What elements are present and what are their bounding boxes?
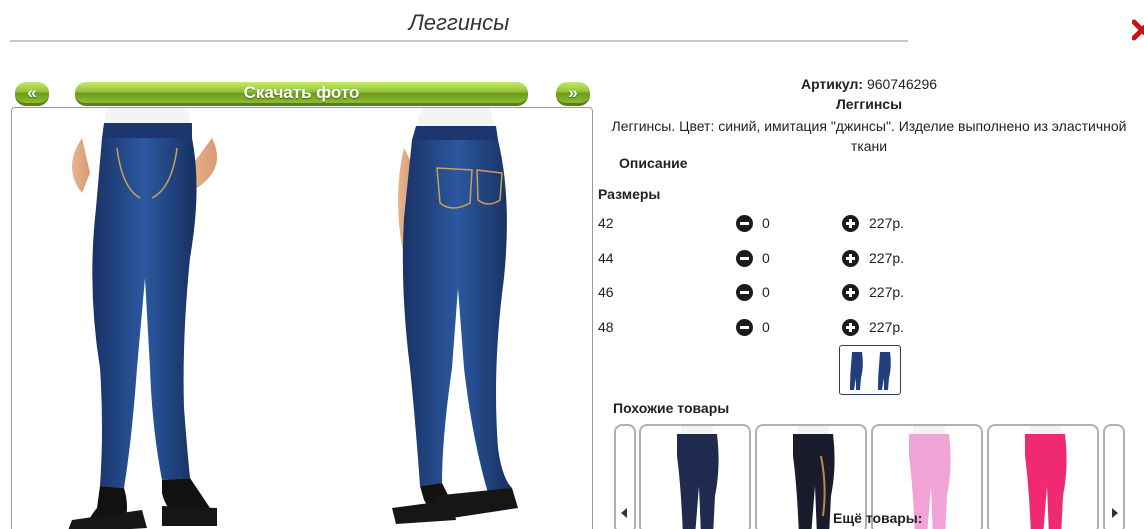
size-value: 46 <box>598 284 614 300</box>
size-row: 42 0 227р. <box>598 215 1018 235</box>
price-value: 227р. <box>869 319 905 335</box>
price-value: 227р. <box>869 284 905 300</box>
quantity-value: 0 <box>762 215 770 231</box>
page-title: Леггинсы <box>408 10 510 35</box>
product-photo[interactable] <box>11 107 593 529</box>
similar-product-image <box>1025 426 1067 529</box>
plus-circle-icon[interactable] <box>842 319 859 336</box>
size-value: 42 <box>598 215 614 231</box>
price-value: 227р. <box>869 250 905 266</box>
size-row: 44 0 227р. <box>598 250 1018 270</box>
carousel-prev-button[interactable] <box>614 424 636 529</box>
carousel-next-button[interactable] <box>1103 424 1125 529</box>
quantity-value: 0 <box>762 284 770 300</box>
download-photo-button[interactable]: Скачать фото <box>75 82 528 106</box>
plus-circle-icon[interactable] <box>842 215 859 232</box>
product-photo-image <box>68 108 518 529</box>
article-value: 960746296 <box>866 76 938 92</box>
minus-circle-icon[interactable] <box>736 215 753 232</box>
quantity-value: 0 <box>762 250 770 266</box>
size-row: 46 0 227р. <box>598 284 1018 304</box>
size-value: 48 <box>598 319 614 335</box>
title-divider <box>10 40 908 42</box>
product-description: Леггинсы. Цвет: синий, имитация "джинсы"… <box>611 118 1127 154</box>
similar-products-heading: Похожие товары <box>613 400 730 416</box>
sizes-heading: Размеры <box>598 186 661 202</box>
next-photo-button[interactable]: » <box>556 82 590 106</box>
similar-product-card[interactable] <box>987 424 1099 529</box>
thumbnail-image <box>850 352 891 390</box>
plus-circle-icon[interactable] <box>842 284 859 301</box>
more-products-heading: Ещё товары: <box>833 510 923 526</box>
quantity-value: 0 <box>762 319 770 335</box>
similar-product-card[interactable] <box>639 424 751 529</box>
product-name: Леггинсы <box>835 96 903 112</box>
prev-photo-button[interactable]: « <box>15 82 49 106</box>
article-line: Артикул: 960746296 <box>598 76 1140 92</box>
description-heading[interactable]: Описание <box>619 155 688 171</box>
size-row: 48 0 227р. <box>598 319 1018 339</box>
minus-circle-icon[interactable] <box>736 284 753 301</box>
arrow-left-icon <box>621 508 627 518</box>
close-icon[interactable] <box>1132 18 1144 42</box>
article-label: Артикул: <box>800 76 864 92</box>
similar-product-image <box>677 426 719 529</box>
arrow-right-icon <box>1112 508 1118 518</box>
plus-circle-icon[interactable] <box>842 250 859 267</box>
price-value: 227р. <box>869 215 905 231</box>
size-value: 44 <box>598 250 614 266</box>
photo-thumbnail[interactable] <box>839 345 901 395</box>
minus-circle-icon[interactable] <box>736 319 753 336</box>
minus-circle-icon[interactable] <box>736 250 753 267</box>
